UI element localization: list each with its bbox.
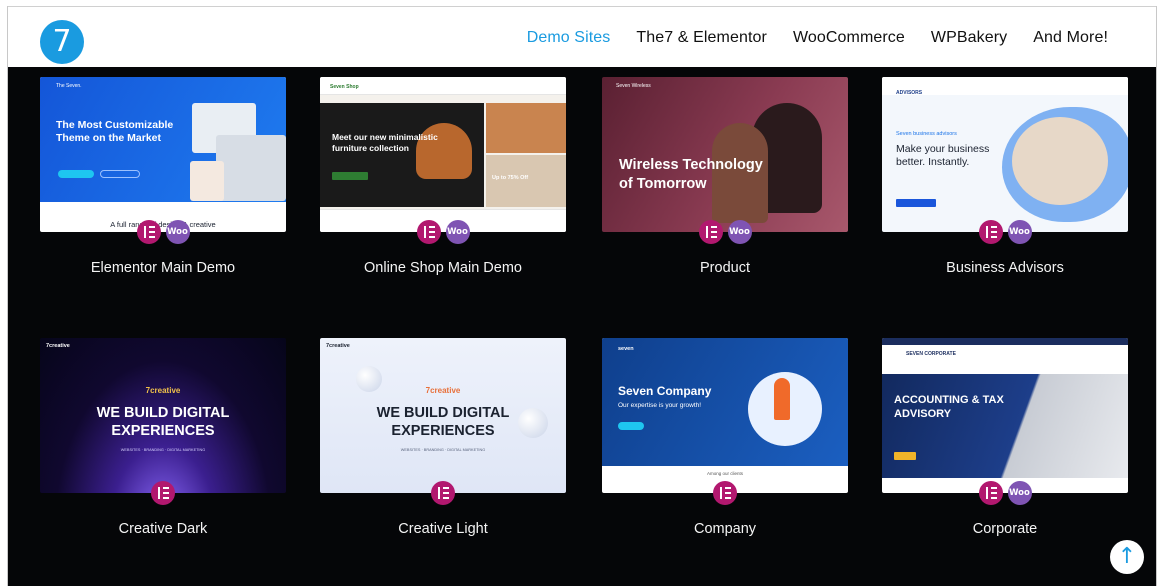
main-nav: Demo Sites The7 & Elementor WooCommerce …	[527, 29, 1108, 47]
thumb-footer-text: Among our clients	[706, 471, 744, 476]
thumb-logo: 7creative	[145, 386, 181, 395]
thumb-logo: 7creative	[425, 386, 461, 395]
nav-item-woocommerce[interactable]: WooCommerce	[793, 29, 905, 47]
demo-thumbnail[interactable]: ADVISORS Seven business advisors Make yo…	[882, 77, 1128, 232]
elementor-icon	[978, 481, 1003, 505]
demo-title[interactable]: Creative Light	[320, 521, 566, 537]
page-frame: 7 Demo Sites The7 & Elementor WooCommerc…	[0, 0, 1164, 586]
thumb-brand: The Seven.	[56, 83, 82, 89]
builder-badges: Woo	[602, 220, 848, 244]
thumb-button	[894, 452, 916, 460]
demo-thumbnail[interactable]: 7creative 7creative WE BUILD DIGITAL EXP…	[40, 338, 286, 493]
thumb-button	[618, 422, 644, 430]
thumb-headline: The Most Customizable	[56, 119, 174, 131]
thumb-headline: Meet our new minimalistic	[332, 132, 438, 142]
thumb-headline: Our expertise is your growth!	[618, 402, 702, 409]
elementor-icon	[416, 220, 441, 244]
thumb-headline: EXPERIENCES	[111, 423, 215, 439]
builder-badges: Woo	[882, 481, 1128, 505]
thumb-tagline: WEBSITES · BRANDING · DIGITAL MARKETING	[400, 448, 486, 452]
nav-item-wpbakery[interactable]: WPBakery	[931, 29, 1007, 47]
thumb-headline: Make your business	[896, 143, 990, 155]
builder-badges	[602, 481, 848, 505]
thumb-side-text: Up to 75% Off	[492, 175, 529, 181]
elementor-icon	[713, 481, 737, 505]
thumb-brand: Seven Wireless	[616, 83, 651, 89]
thumb-brand: Seven Shop	[330, 84, 359, 90]
demo-thumbnail[interactable]: Seven Wireless Wireless Technology of To…	[602, 77, 848, 232]
thumb-kicker: Seven business advisors	[896, 131, 957, 137]
thumb-brand: 7creative	[326, 343, 350, 349]
demo-title[interactable]: Product	[602, 260, 848, 276]
woocommerce-icon: Woo	[1007, 481, 1032, 505]
thumb-headline: Seven Company	[618, 384, 712, 398]
thumb-headline: better. Instantly.	[896, 156, 970, 168]
demo-title[interactable]: Business Advisors	[882, 260, 1128, 276]
builder-badges: Woo	[40, 220, 286, 244]
thumb-headline: ADVISORY	[894, 408, 952, 420]
builder-badges	[320, 481, 566, 505]
woocommerce-icon: Woo	[165, 220, 190, 244]
thumb-headline: WE BUILD DIGITAL	[96, 405, 230, 421]
builder-badges: Woo	[882, 220, 1128, 244]
demo-thumbnail[interactable]: SEVEN CORPORATE ACCOUNTING & TAX ADVISOR…	[882, 338, 1128, 493]
demo-title[interactable]: Creative Dark	[40, 521, 286, 537]
thumb-button	[896, 199, 936, 207]
demo-grid: The Seven. The Most Customizable Theme o…	[8, 67, 1156, 586]
frame-right-border	[1156, 6, 1157, 586]
thumb-button	[58, 170, 94, 178]
the7-logo[interactable]: 7	[40, 20, 84, 64]
demo-thumbnail[interactable]: seven Seven Company Our expertise is you…	[602, 338, 848, 493]
builder-badges: Woo	[320, 220, 566, 244]
demo-thumbnail[interactable]: The Seven. The Most Customizable Theme o…	[40, 77, 286, 232]
thumb-button	[332, 172, 368, 180]
thumb-brand: seven	[618, 346, 634, 352]
thumb-brand: SEVEN CORPORATE	[906, 351, 956, 357]
thumb-button	[100, 170, 140, 178]
thumb-tagline: WEBSITES · BRANDING · DIGITAL MARKETING	[120, 448, 206, 452]
elementor-icon	[136, 220, 161, 244]
demo-title[interactable]: Elementor Main Demo	[40, 260, 286, 276]
demo-title[interactable]: Corporate	[882, 521, 1128, 537]
elementor-icon	[978, 220, 1003, 244]
site-header: 7 Demo Sites The7 & Elementor WooCommerc…	[8, 7, 1156, 67]
elementor-icon	[151, 481, 175, 505]
demo-title[interactable]: Online Shop Main Demo	[320, 260, 566, 276]
elementor-icon	[431, 481, 455, 505]
nav-item-and-more[interactable]: And More!	[1033, 29, 1108, 47]
woocommerce-icon: Woo	[727, 220, 752, 244]
woocommerce-icon: Woo	[445, 220, 470, 244]
nav-item-demo-sites[interactable]: Demo Sites	[527, 29, 611, 47]
thumb-brand: ADVISORS	[896, 90, 923, 96]
builder-badges	[40, 481, 286, 505]
demo-thumbnail[interactable]: Seven Shop Meet our new minimalistic fur…	[320, 77, 566, 232]
woocommerce-icon: Woo	[1007, 220, 1032, 244]
thumb-headline: EXPERIENCES	[391, 423, 495, 439]
demo-title[interactable]: Company	[602, 521, 848, 537]
thumb-headline: WE BUILD DIGITAL	[376, 405, 510, 421]
thumb-headline: of Tomorrow	[619, 176, 707, 192]
elementor-icon	[698, 220, 723, 244]
thumb-brand: 7creative	[46, 343, 70, 349]
demo-thumbnail[interactable]: 7creative 7creative WE BUILD DIGITAL EXP…	[320, 338, 566, 493]
nav-item-the7-elementor[interactable]: The7 & Elementor	[636, 29, 767, 47]
arrow-up-icon[interactable]: ↑	[1110, 540, 1144, 574]
thumb-headline: ACCOUNTING & TAX	[894, 394, 1004, 406]
thumb-headline: furniture collection	[332, 143, 409, 153]
thumb-headline: Theme on the Market	[56, 132, 162, 144]
thumb-headline: Wireless Technology	[619, 157, 763, 173]
